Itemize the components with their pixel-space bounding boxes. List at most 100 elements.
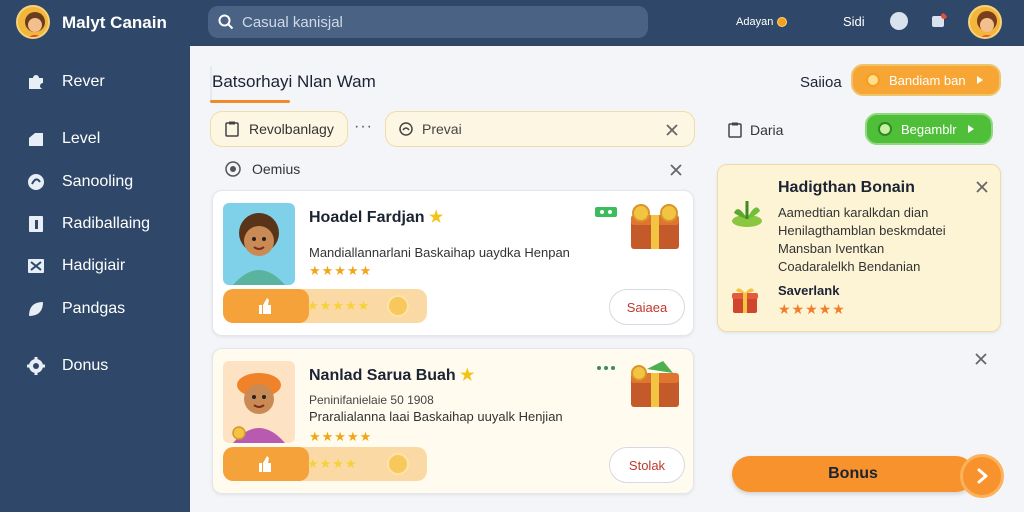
chevron-right-icon (976, 76, 983, 84)
panel-text: Mansban Iventkan (778, 241, 885, 256)
sidebar-item-donus[interactable]: Donus (26, 352, 108, 380)
character-avatar (223, 203, 295, 285)
more-options[interactable]: ··· (354, 118, 373, 136)
sidebar-item-pandgas[interactable]: Pandgas (26, 295, 125, 323)
currency-label: Adayan (736, 16, 774, 28)
card-description: Praralialanna laai Baskaihap uuyalk Henj… (309, 409, 563, 424)
status-text: Sidi (843, 14, 865, 29)
category-label-row: Oemius (224, 160, 300, 178)
panel-subtitle: Saverlank (778, 283, 840, 298)
search-icon (218, 14, 234, 30)
sidebar-item-label: Radiballaing (62, 215, 151, 232)
settings-icon (225, 161, 241, 177)
bonus-button[interactable]: Bonus (732, 456, 974, 492)
circle-icon (878, 122, 892, 136)
card-rating: ★★★★★ (309, 263, 373, 278)
search-icon (399, 122, 413, 136)
grid-x-icon (26, 256, 46, 276)
coin-icon (777, 17, 788, 27)
coin-icon (387, 295, 409, 317)
notification-icon[interactable] (890, 12, 908, 30)
clear-icon[interactable] (664, 122, 680, 138)
card-title: Nanlad Sarua Buah ★ (309, 367, 475, 384)
sidebar-item-sanooling[interactable]: Sanooling (26, 168, 133, 196)
dataset-selector[interactable]: Daria (728, 122, 783, 138)
treasure-chest-icon (631, 361, 679, 407)
progress-stars: ★★★★ (307, 456, 358, 471)
progress-stars: ★★★★★ (307, 298, 371, 313)
gift-icon (732, 288, 758, 313)
panel-title: Hadigthan Bonain (778, 179, 915, 196)
sidebar-item-label: Pandgas (62, 300, 126, 317)
close-icon[interactable] (668, 162, 684, 178)
filter-chip[interactable]: Revolbanlagy (210, 111, 348, 147)
card-rating: ★★★★★ (309, 429, 373, 444)
star-icon: ★ (460, 367, 475, 384)
sidebar-item-label: Level (62, 130, 101, 147)
sidebar: Rever Level Sanooling Radiballaing Hadig… (0, 46, 190, 512)
coin-icon (387, 453, 409, 475)
panel-text: Aamedtian karalkdan dian (778, 205, 929, 220)
dataset-label: Daria (750, 122, 784, 138)
main-content: Batsorhayi Nlan Wam Saiioa Bandiam ban R… (190, 46, 1024, 512)
level-icon (26, 129, 46, 149)
leaf-icon (26, 299, 46, 319)
sort-label[interactable]: Saiioa (800, 74, 842, 91)
sidebar-item-rever[interactable]: Rever (26, 68, 105, 96)
puzzle-icon (26, 72, 46, 92)
treasure-chest-icon (631, 204, 679, 249)
filter-field[interactable] (385, 111, 695, 147)
green-button-label: Begamblr (901, 121, 957, 137)
badge-icon (595, 207, 617, 217)
clipboard-icon (728, 122, 742, 138)
card-action-button[interactable]: Stolak (609, 447, 685, 483)
panel-rating: ★★★★★ (778, 301, 846, 317)
category-label: Oemius (252, 161, 301, 177)
chevron-right-icon (977, 468, 988, 484)
top-bar: Malyt Canain Adayan Sidi (0, 0, 1024, 46)
search-bar[interactable] (208, 6, 648, 38)
filter-input[interactable] (422, 121, 652, 137)
bonus-button-label: Bonus (828, 465, 878, 482)
progress-bar[interactable]: ★★★★ (223, 447, 427, 481)
action-button-label: Bandiam ban (889, 72, 966, 88)
sidebar-item-label: Rever (62, 73, 105, 90)
card-title: Hoadel Fardjan ★ (309, 209, 444, 226)
brand-avatar (16, 5, 50, 39)
close-icon[interactable] (974, 179, 990, 195)
character-avatar (223, 361, 295, 443)
thumbs-up-icon (259, 456, 271, 472)
game-card[interactable]: Hoadel Fardjan ★ Mandiallannarlani Baska… (212, 190, 694, 336)
sidebar-item-label: Sanooling (62, 173, 134, 190)
message-icon[interactable] (930, 12, 948, 30)
page-title: Batsorhayi Nlan Wam (212, 72, 376, 91)
gear-icon (26, 356, 46, 376)
clipboard-icon (225, 121, 239, 137)
thumbs-up-icon (259, 298, 271, 314)
action-button[interactable]: Bandiam ban (851, 64, 1001, 96)
close-icon[interactable] (973, 351, 989, 367)
search-input[interactable] (242, 13, 622, 31)
panel-text: Coadaralelkh Bendanian (778, 259, 921, 274)
next-button[interactable] (960, 454, 1004, 498)
app-name: Malyt Canain (62, 13, 167, 32)
game-card[interactable]: Nanlad Sarua Buah ★ Peninifanielaie 50 1… (212, 348, 694, 494)
star-icon: ★ (429, 209, 444, 226)
filter-chip-label: Revolbanlagy (249, 121, 334, 137)
sidebar-item-label: Donus (62, 357, 109, 374)
sidebar-item-level[interactable]: Level (26, 125, 100, 153)
chevron-right-icon (967, 125, 974, 133)
green-action-button[interactable]: Begamblr (865, 113, 993, 145)
sidebar-item-hadigiair[interactable]: Hadigiair (26, 252, 125, 280)
badge-icon (597, 366, 615, 370)
card-action-button[interactable]: Saiaea (609, 289, 685, 325)
sidebar-item-label: Hadigiair (62, 257, 126, 274)
progress-bar[interactable]: ★★★★★ (223, 289, 427, 323)
currency-pill[interactable]: Adayan (728, 10, 795, 34)
sidebar-item-radiballaing[interactable]: Radiballaing (26, 210, 150, 238)
coin-icon (866, 73, 880, 87)
leaf-bundle-icon (732, 201, 762, 227)
panel-text: Henilagthamblan beskmdatei (778, 223, 946, 238)
document-icon (26, 214, 46, 234)
user-avatar[interactable] (968, 5, 1002, 39)
